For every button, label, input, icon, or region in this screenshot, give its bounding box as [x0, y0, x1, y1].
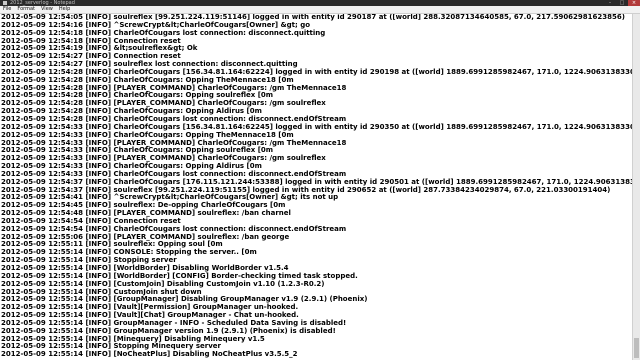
- vertical-scrollbar[interactable]: [632, 14, 640, 360]
- menu-bar: File Format View Help: [0, 6, 640, 14]
- log-line: 2012-05-09 12:55:14 [INFO] [NoCheatPlus]…: [1, 350, 298, 359]
- scrollbar-thumb[interactable]: [634, 338, 639, 358]
- notepad-app-icon: [3, 1, 7, 5]
- menu-help[interactable]: Help: [56, 6, 73, 13]
- text-editor[interactable]: 2012-05-09 12:54:05 [INFO] soulreflex [9…: [0, 14, 632, 360]
- menu-format[interactable]: Format: [14, 6, 38, 13]
- menu-view[interactable]: View: [38, 6, 56, 13]
- menu-file[interactable]: File: [0, 6, 14, 13]
